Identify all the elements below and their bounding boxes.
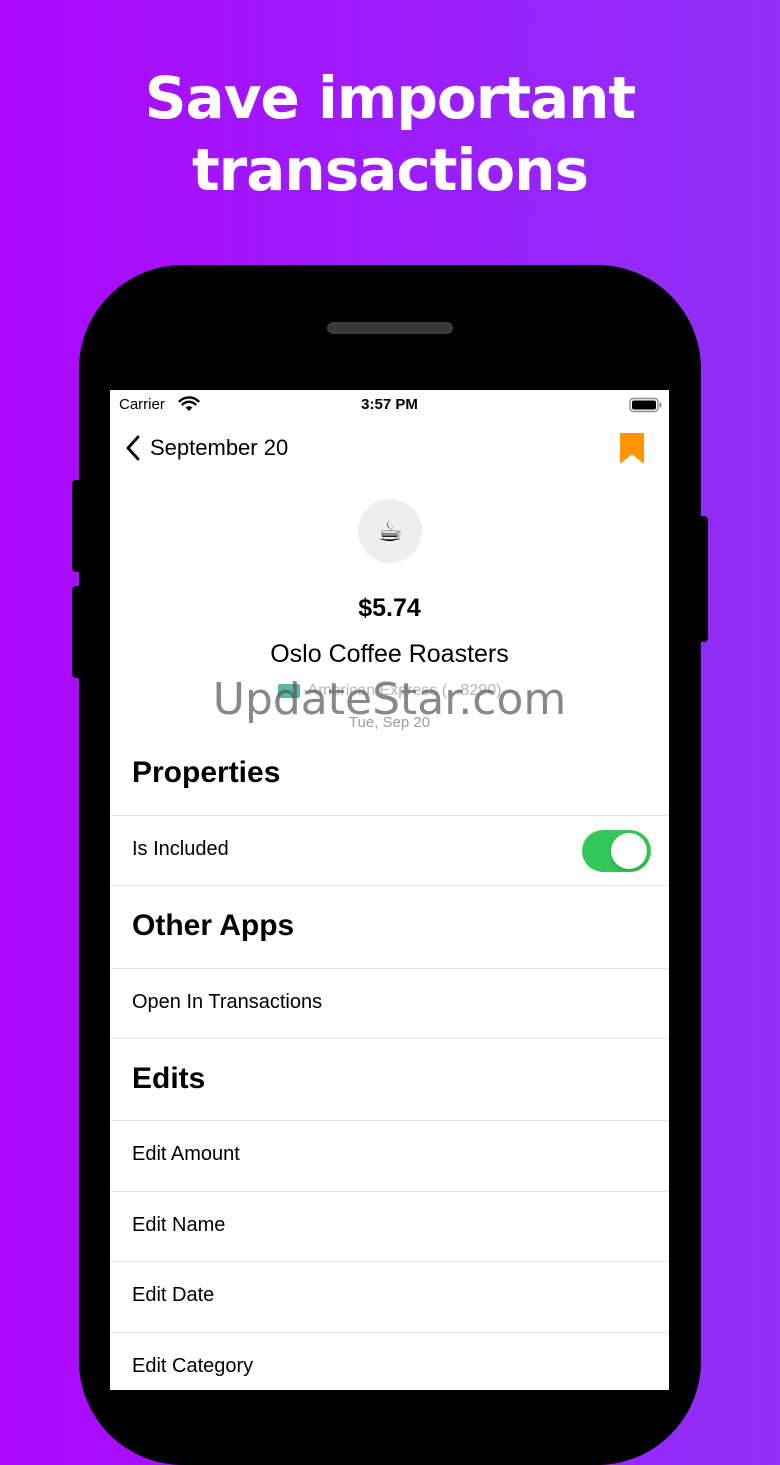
edit-name-row[interactable]: Edit Name — [110, 1192, 669, 1262]
phone-speaker — [327, 322, 453, 334]
is-included-row: Is Included — [110, 816, 669, 886]
section-header-other-apps: Other Apps — [132, 909, 295, 942]
watermark: UpdateStar.com — [212, 674, 567, 725]
section-header-properties: Properties — [132, 756, 281, 789]
transaction-amount: $5.74 — [358, 594, 421, 622]
promo-headline: Save important transactions — [0, 62, 780, 206]
divider — [110, 1038, 669, 1039]
status-time: 3:57 PM — [361, 396, 418, 413]
category-emoji-avatar: ☕ — [358, 499, 422, 563]
back-button[interactable]: September 20 — [126, 430, 288, 466]
edit-date-row[interactable]: Edit Date — [110, 1262, 669, 1332]
edit-category-label: Edit Category — [132, 1355, 254, 1377]
edit-category-row[interactable]: Edit Category — [110, 1333, 669, 1390]
edit-name-label: Edit Name — [132, 1214, 226, 1236]
edit-amount-row[interactable]: Edit Amount — [110, 1121, 669, 1191]
edit-date-label: Edit Date — [132, 1284, 215, 1306]
bookmark-icon[interactable] — [618, 432, 646, 464]
edit-amount-label: Edit Amount — [132, 1143, 240, 1165]
phone-screen: Carrier 3:57 PM September 20 ☕ $5.74 Osl… — [110, 390, 669, 1390]
merchant-name: Oslo Coffee Roasters — [270, 640, 509, 668]
open-in-transactions-label: Open In Transactions — [132, 991, 323, 1013]
divider — [110, 885, 669, 886]
open-in-transactions-row[interactable]: Open In Transactions — [110, 969, 669, 1039]
promo-headline-line-2: transactions — [191, 136, 589, 204]
status-bar: Carrier 3:57 PM — [110, 390, 669, 420]
is-included-label: Is Included — [132, 838, 229, 860]
navigation-bar: September 20 — [110, 426, 669, 470]
coffee-cup-icon: ☕ — [377, 515, 403, 547]
toggle-knob — [611, 833, 647, 869]
promo-headline-line-1: Save important — [144, 64, 636, 132]
is-included-toggle[interactable] — [582, 830, 651, 872]
back-button-label: September 20 — [150, 435, 289, 460]
battery-full-icon — [629, 397, 662, 413]
chevron-left-icon — [126, 435, 140, 461]
section-header-edits: Edits — [132, 1062, 206, 1095]
